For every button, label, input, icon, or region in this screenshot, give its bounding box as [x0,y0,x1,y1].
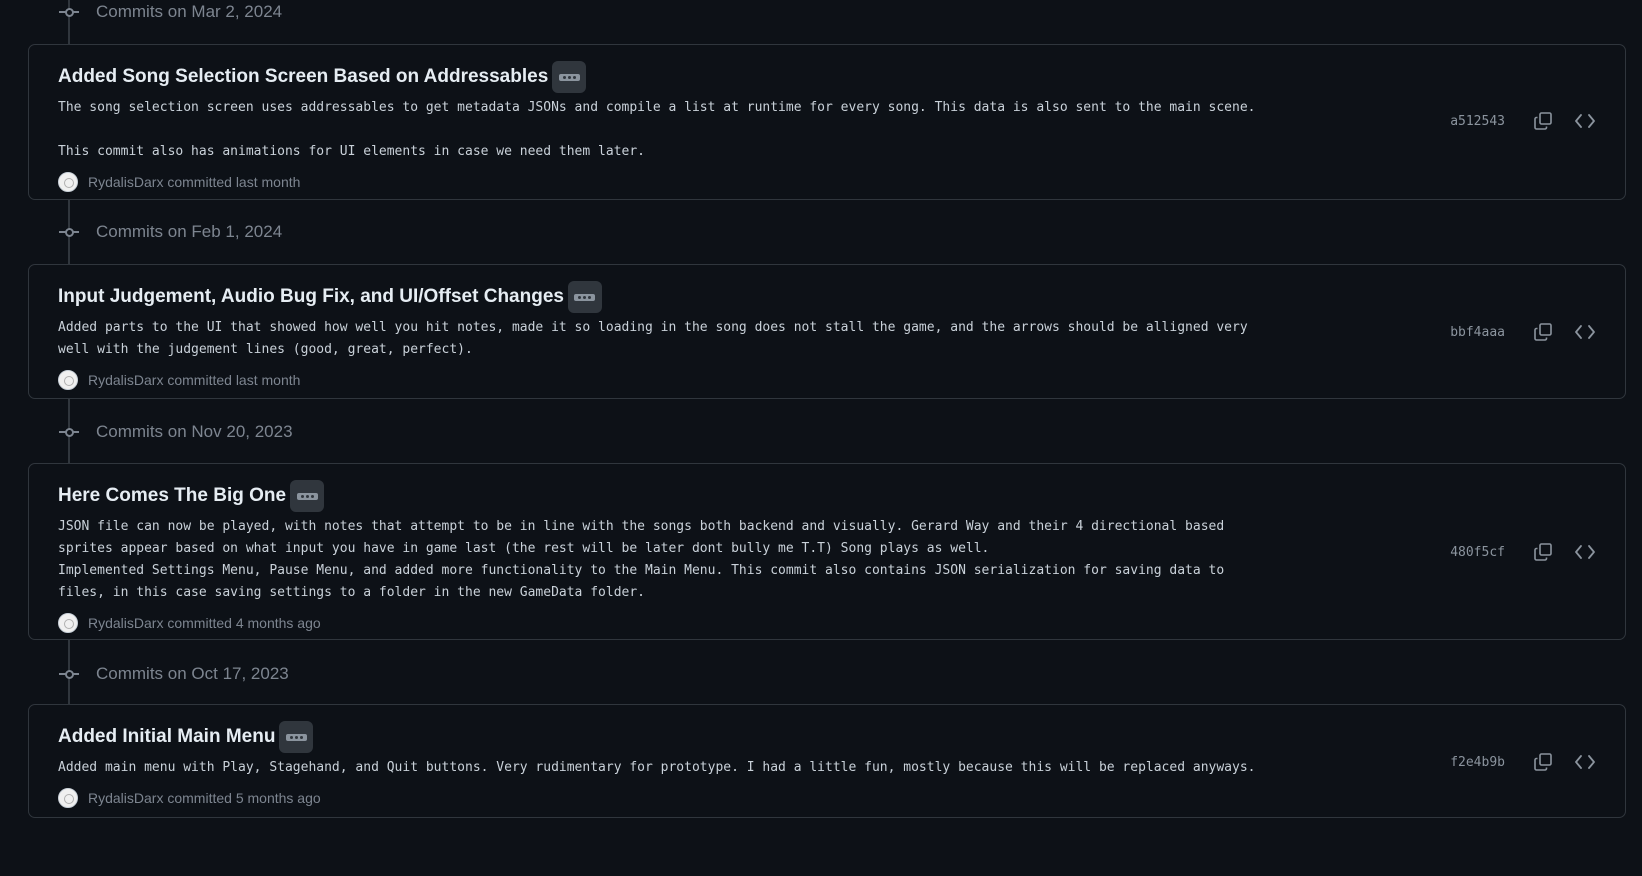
code-icon [1575,755,1595,769]
commit-group-date: Commits on Nov 20, 2023 [96,422,293,441]
commit-message-toggle-button[interactable] [290,480,325,512]
kebab-horizontal-icon [574,293,596,301]
commit-group-header: Commits on Oct 17, 2023 [56,660,289,688]
commit-message-toggle-button[interactable] [552,61,587,93]
author-name-link[interactable]: RydalisDarx [88,372,163,388]
avatar[interactable] [58,788,78,808]
browse-repository-button[interactable] [1567,105,1603,137]
code-icon [1575,545,1595,559]
kebab-horizontal-icon [285,733,307,741]
git-commit-icon [56,661,82,687]
commit-sha-link[interactable]: a512543 [1450,114,1505,129]
author-name-link[interactable]: RydalisDarx [88,790,163,806]
browse-repository-button[interactable] [1567,536,1603,568]
commit-title-link[interactable]: Here Comes The Big One [58,485,286,507]
git-commit-icon [56,0,82,25]
git-commit-icon [56,219,82,245]
copy-sha-button[interactable] [1525,105,1561,137]
commit-author-line: RydalisDarx committed 4 months ago [88,615,321,631]
commit-author-line: RydalisDarx committed last month [88,372,300,388]
commit-timeline: Commits on Mar 2, 2024 Added Song Select… [0,0,1642,876]
commit-group-date: Commits on Mar 2, 2024 [96,2,283,21]
copy-icon [1534,543,1552,561]
commit-message-toggle-button[interactable] [567,281,602,313]
avatar[interactable] [58,172,78,192]
code-icon [1575,325,1595,339]
commit-title-link[interactable]: Input Judgement, Audio Bug Fix, and UI/O… [58,286,564,308]
browse-repository-button[interactable] [1567,746,1603,778]
commit-sha-link[interactable]: 480f5cf [1450,545,1505,560]
copy-icon [1534,323,1552,341]
avatar[interactable] [58,370,78,390]
commit-time: committed 4 months ago [167,615,321,631]
copy-sha-button[interactable] [1525,316,1561,348]
commit-title-link[interactable]: Added Initial Main Menu [58,726,275,748]
commit-time: committed last month [167,372,301,388]
author-name-link[interactable]: RydalisDarx [88,615,163,631]
copy-sha-button[interactable] [1525,746,1561,778]
kebab-horizontal-icon [296,492,318,500]
commit-card: Added Initial Main Menu Added main menu … [28,704,1626,818]
commit-group-header: Commits on Nov 20, 2023 [56,418,293,446]
commit-description: Added main menu with Play, Stagehand, an… [58,760,1256,775]
copy-icon [1534,112,1552,130]
copy-icon [1534,753,1552,771]
commit-card: Added Song Selection Screen Based on Add… [28,44,1626,200]
commit-time: committed last month [167,174,301,190]
commit-card: Input Judgement, Audio Bug Fix, and UI/O… [28,264,1626,399]
commit-author-line: RydalisDarx committed last month [88,174,300,190]
copy-sha-button[interactable] [1525,536,1561,568]
git-commit-icon [56,419,82,445]
browse-repository-button[interactable] [1567,316,1603,348]
commit-description: The song selection screen uses addressab… [58,100,1256,159]
commit-group-date: Commits on Feb 1, 2024 [96,222,283,241]
commit-group-header: Commits on Feb 1, 2024 [56,218,282,246]
commit-description: Added parts to the UI that showed how we… [58,320,1248,357]
commit-group-date: Commits on Oct 17, 2023 [96,664,289,683]
commit-message-toggle-button[interactable] [279,721,314,753]
commit-title-link[interactable]: Added Song Selection Screen Based on Add… [58,66,548,88]
author-name-link[interactable]: RydalisDarx [88,174,163,190]
commit-sha-link[interactable]: bbf4aaa [1450,325,1505,340]
commit-group-header: Commits on Mar 2, 2024 [56,0,282,26]
kebab-horizontal-icon [558,73,580,81]
commit-description: JSON file can now be played, with notes … [58,519,1225,600]
code-icon [1575,114,1595,128]
avatar[interactable] [58,613,78,633]
commit-card: Here Comes The Big One JSON file can now… [28,463,1626,640]
commit-sha-link[interactable]: f2e4b9b [1450,755,1505,770]
commit-author-line: RydalisDarx committed 5 months ago [88,790,321,806]
commit-time: committed 5 months ago [167,790,321,806]
